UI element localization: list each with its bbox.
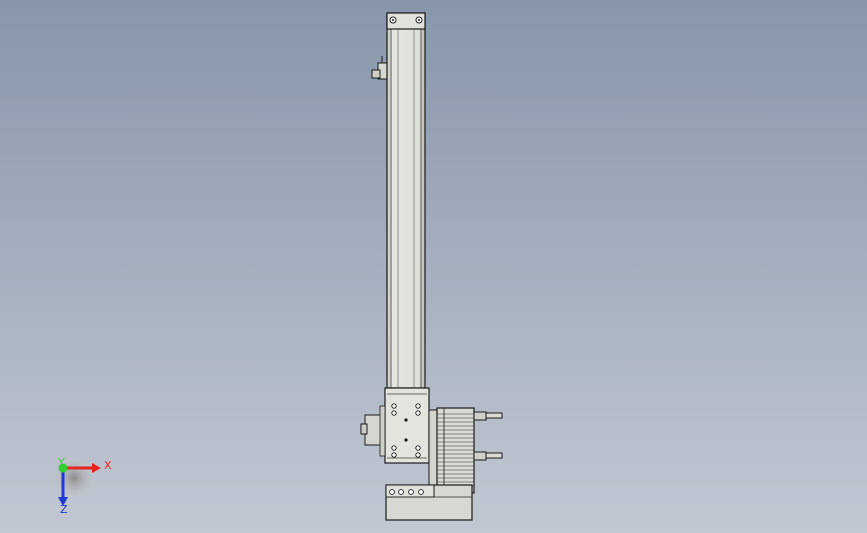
x-axis-arrowhead: [92, 463, 101, 473]
reference-triad: X Y Z: [54, 456, 112, 516]
y-axis-label: Y: [57, 456, 65, 469]
graphics-viewport[interactable]: X Y Z: [0, 0, 867, 533]
motor-cable-connector-top[interactable]: [473, 411, 503, 421]
sensor-bracket-top[interactable]: [371, 56, 388, 80]
x-axis-label: X: [104, 459, 112, 472]
model-view[interactable]: X Y Z: [0, 0, 867, 533]
z-axis-label: Z: [60, 503, 68, 516]
motor-cable-connector-bottom[interactable]: [473, 451, 503, 461]
screw-icon: [389, 489, 395, 495]
end-cap-top[interactable]: [386, 12, 426, 30]
rail-body[interactable]: [386, 12, 426, 389]
carriage-block[interactable]: [384, 387, 430, 464]
motor-unit[interactable]: [428, 407, 503, 494]
sensor-block-carriage[interactable]: [360, 405, 386, 457]
linear-actuator-assembly[interactable]: [360, 12, 503, 521]
screw-icon: [408, 489, 414, 495]
screw-icon: [398, 489, 404, 495]
screw-icon: [418, 489, 424, 495]
base-block[interactable]: [385, 484, 473, 521]
